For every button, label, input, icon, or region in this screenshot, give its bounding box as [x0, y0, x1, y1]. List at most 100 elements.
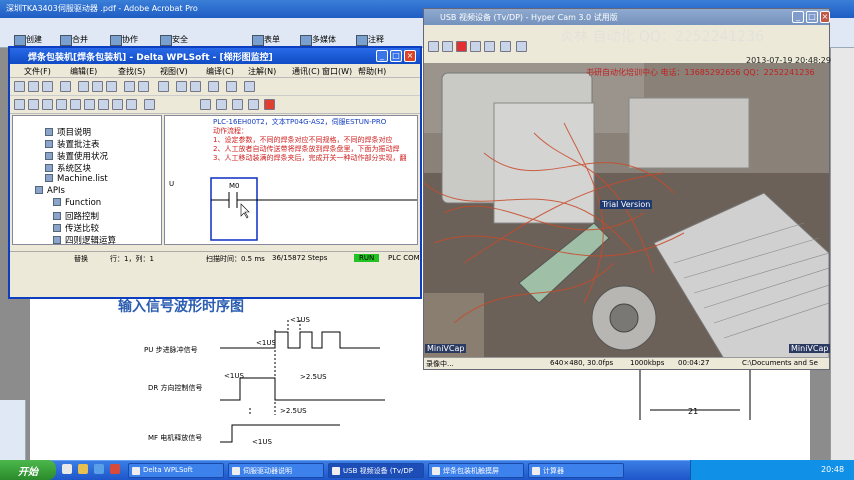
create-button[interactable]: 创建 [14, 34, 42, 46]
capture-title-bar: USB 视频设备 (Tv/DP) - Hyper Cam 3.0 试用版 [424, 9, 829, 25]
clock[interactable]: 20:48 [821, 465, 844, 474]
hline-icon[interactable] [70, 99, 81, 110]
quicklaunch-icon[interactable] [78, 464, 88, 474]
tree-item[interactable]: 装置使用状况 [45, 150, 108, 162]
release-waveform [220, 424, 340, 443]
taskbar-item-wplsoft[interactable]: Delta WPLSoft [128, 463, 224, 478]
security-button[interactable]: 安全 [160, 34, 188, 46]
merge-button[interactable]: 合并 [60, 34, 88, 46]
scan-time: 扫描时间：0.5 ms [206, 255, 265, 263]
tree-item[interactable]: 项目说明 [45, 126, 91, 138]
camera-icon[interactable] [428, 41, 439, 52]
collaborate-button[interactable]: 协作 [110, 34, 138, 46]
tree-item[interactable]: 系统区块 [45, 162, 91, 174]
capture-maximize-button[interactable]: □ [806, 11, 818, 23]
wave-label: <1US [224, 372, 244, 380]
run-icon[interactable] [216, 99, 227, 110]
zoom-icon[interactable] [158, 81, 169, 92]
wave-label: <1US [290, 316, 310, 324]
stop-icon[interactable] [232, 99, 243, 110]
device-icon[interactable] [244, 81, 255, 92]
ladder-mode-icon[interactable] [176, 81, 187, 92]
fall-icon[interactable] [112, 99, 123, 110]
invert-icon[interactable] [126, 99, 137, 110]
taskbar-item-calculator[interactable]: 计算器 [528, 463, 624, 478]
ladder-rung[interactable]: M0 [165, 176, 418, 245]
cut-icon[interactable] [78, 81, 89, 92]
wplsoft-title-bar: 焊条包装机[焊条包装机] - Delta WPLSoft - [梯形图监控] [10, 48, 420, 64]
snapshot-icon[interactable] [500, 41, 511, 52]
contact-nc-icon[interactable] [28, 99, 39, 110]
capture-close-button[interactable]: × [820, 11, 830, 23]
folder-icon[interactable] [516, 41, 527, 52]
online-icon[interactable] [200, 99, 211, 110]
print-icon[interactable] [60, 81, 71, 92]
bitrate-readout: 1000kbps [630, 359, 665, 367]
run-status-badge: RUN [354, 254, 380, 262]
acrobat-side-panel[interactable] [0, 400, 26, 460]
save-icon[interactable] [42, 81, 53, 92]
function-icon[interactable] [56, 99, 67, 110]
right-panel[interactable] [830, 48, 854, 460]
vline-icon[interactable] [84, 99, 95, 110]
play-icon[interactable] [442, 41, 453, 52]
cursor-position: 行：1，列：1 [110, 255, 154, 263]
quicklaunch-icon[interactable] [110, 464, 120, 474]
menu-comm[interactable]: 通讯(C) [292, 66, 320, 77]
paste-icon[interactable] [106, 81, 117, 92]
multimedia-button[interactable]: 多媒体 [300, 34, 336, 46]
redo-icon[interactable] [138, 81, 149, 92]
close-button[interactable]: × [404, 50, 416, 62]
new-icon[interactable] [14, 81, 25, 92]
wave-label: DR 方向控制信号 [148, 383, 202, 392]
menu-help[interactable]: 帮助(H) [358, 66, 386, 77]
minivcap-label-right: MiniVCap [789, 344, 831, 353]
maximize-button[interactable]: □ [390, 50, 402, 62]
minimize-button[interactable]: _ [376, 50, 388, 62]
monitor-icon[interactable] [226, 81, 237, 92]
project-tree[interactable]: 项目说明 装置批注表 装置使用状况 系统区块 Machine.list APIs… [12, 115, 162, 246]
tree-item[interactable]: APIs [35, 186, 65, 196]
forms-button[interactable]: 表单 [252, 34, 280, 46]
settings-icon[interactable] [484, 41, 495, 52]
undo-icon[interactable] [124, 81, 135, 92]
menu-find[interactable]: 查找(S) [118, 66, 145, 77]
comm-status: PLC COM [388, 254, 420, 262]
menu-view[interactable]: 视图(V) [160, 66, 188, 77]
menu-edit[interactable]: 编辑(E) [70, 66, 97, 77]
rise-icon[interactable] [98, 99, 109, 110]
open-icon[interactable] [28, 81, 39, 92]
stop-circle-icon[interactable] [264, 99, 275, 110]
taskbar-item-hmi[interactable]: 焊条包装机触摸屏 [428, 463, 524, 478]
menu-window[interactable]: 窗口(W) [322, 66, 352, 77]
ladder-editor[interactable]: PLC-16EH00T2，文本TP04G-AS2，伺服ESTUN-PRO 动作流… [164, 115, 418, 245]
record-icon[interactable] [456, 41, 467, 52]
capture-minimize-button[interactable]: _ [792, 11, 804, 23]
comment-button[interactable]: 注释 [356, 34, 384, 46]
copy-icon[interactable] [92, 81, 103, 92]
tree-item[interactable]: 回路控制 [53, 210, 99, 222]
trial-version-label: Trial Version [600, 200, 653, 209]
menu-file[interactable]: 文件(F) [24, 66, 51, 77]
menu-compile[interactable]: 编译(C) [206, 66, 234, 77]
quicklaunch-icon[interactable] [94, 464, 104, 474]
menu-comment[interactable]: 注解(N) [248, 66, 276, 77]
coil-icon[interactable] [42, 99, 53, 110]
upload-icon[interactable] [248, 99, 259, 110]
tree-item[interactable]: 四则逻辑运算 [53, 234, 116, 246]
tree-item[interactable]: Function [53, 198, 101, 208]
toolbar-2 [10, 96, 420, 114]
quicklaunch-icon[interactable] [62, 464, 72, 474]
contact-no-icon[interactable] [14, 99, 25, 110]
tree-item[interactable]: 传送比较 [53, 222, 99, 234]
tree-item[interactable]: 装置批注表 [45, 138, 100, 150]
pause-icon[interactable] [470, 41, 481, 52]
wave-label: <1US [252, 438, 272, 446]
taskbar-item-capture[interactable]: USB 视频设备 (Tv/DP [328, 463, 424, 478]
key-icon[interactable] [144, 99, 155, 110]
compile-icon[interactable] [208, 81, 219, 92]
instruction-mode-icon[interactable] [190, 81, 201, 92]
taskbar-item-pdf[interactable]: 伺服驱动器说明 [228, 463, 324, 478]
start-button[interactable]: 开始 [0, 460, 56, 480]
tree-item[interactable]: Machine.list [45, 174, 108, 184]
